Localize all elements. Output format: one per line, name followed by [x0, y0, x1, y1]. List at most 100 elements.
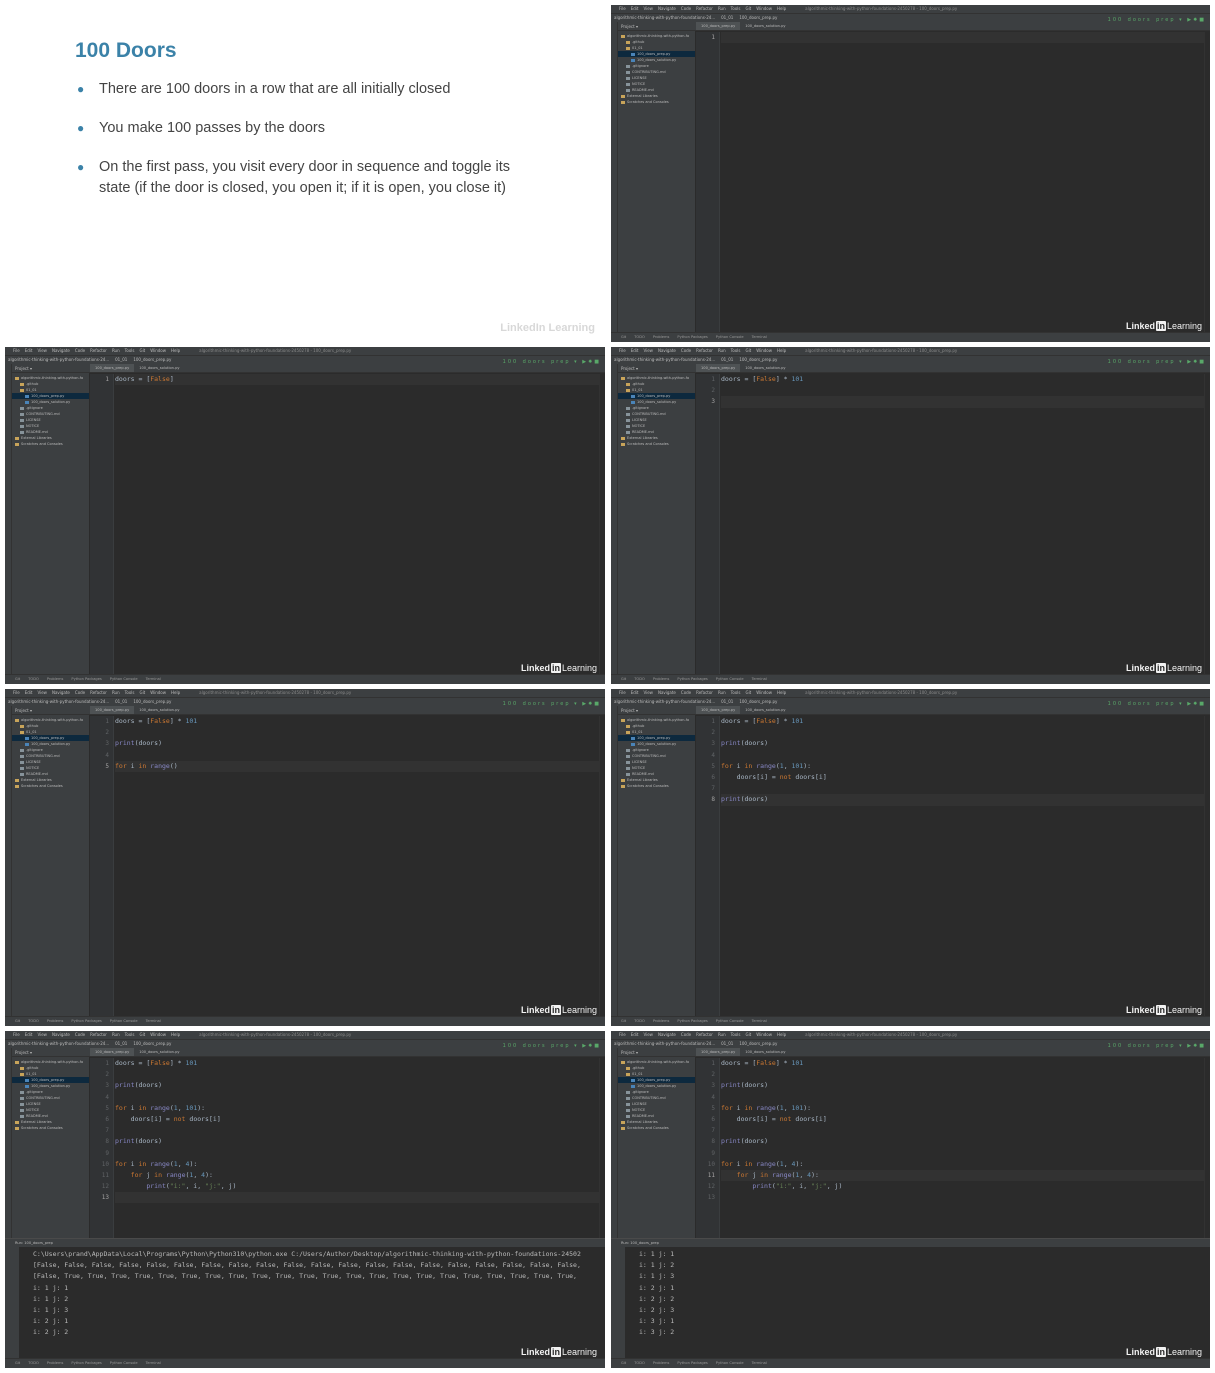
code-line[interactable] [721, 1148, 1204, 1159]
code-line[interactable]: print(doors) [721, 738, 1204, 749]
breadcrumb-item[interactable]: 01_01 [115, 699, 127, 704]
status-item[interactable]: Python Packages [71, 1361, 101, 1365]
run-tab[interactable]: Run: 100_doors_prep [15, 1241, 53, 1245]
project-tree-item[interactable]: Scratches and Consoles [618, 783, 695, 789]
menu-item-view[interactable]: View [643, 690, 653, 695]
code-line[interactable]: for i in range(1, 101): [115, 1103, 599, 1114]
menu-item-file[interactable]: File [619, 690, 626, 695]
editor-scrollbar[interactable] [1204, 716, 1210, 1016]
menu-item-run[interactable]: Run [718, 690, 726, 695]
code-line[interactable]: for i in range() [115, 760, 599, 772]
breadcrumb-item[interactable]: algorithmic-thinking-with-python-foundat… [614, 1041, 715, 1046]
menu-item-window[interactable]: Window [756, 6, 772, 11]
code-line[interactable] [721, 1092, 1204, 1103]
menu-item-navigate[interactable]: Navigate [52, 1032, 70, 1037]
breadcrumb-item[interactable]: 01_01 [721, 357, 733, 362]
menu-item-tools[interactable]: Tools [125, 690, 135, 695]
breadcrumb-item[interactable]: 100_doors_prep.py [739, 1041, 777, 1046]
code-editor[interactable] [721, 32, 1204, 332]
menu-item-tools[interactable]: Tools [731, 1032, 741, 1037]
code-line[interactable] [721, 783, 1204, 794]
editor-scrollbar[interactable] [599, 716, 605, 1016]
menu-item-view[interactable]: View [37, 1032, 47, 1037]
code-line[interactable]: doors = [False] * 101 [115, 1058, 599, 1069]
status-item[interactable]: TODO [28, 1361, 39, 1365]
menu-item-tools[interactable]: Tools [731, 6, 741, 11]
menu-item-edit[interactable]: Edit [631, 6, 639, 11]
breadcrumb-item[interactable]: 01_01 [721, 699, 733, 704]
editor-tab[interactable]: 100_doors_prep.py [90, 364, 135, 372]
menu-item-help[interactable]: Help [777, 1032, 786, 1037]
status-item[interactable]: Problems [653, 1361, 670, 1365]
breadcrumb-item[interactable]: algorithmic-thinking-with-python-foundat… [614, 15, 715, 20]
code-line[interactable]: print(doors) [115, 1136, 599, 1147]
status-item[interactable]: Terminal [752, 335, 767, 339]
status-item[interactable]: TODO [634, 335, 645, 339]
status-item[interactable]: Python Packages [71, 677, 101, 681]
run-tab[interactable]: Run: 100_doors_prep [621, 1241, 659, 1245]
menu-item-view[interactable]: View [643, 348, 653, 353]
code-editor[interactable]: doors = [False] * 101 print(doors) for i i… [721, 716, 1204, 1016]
status-item[interactable]: Python Console [716, 1361, 744, 1365]
menu-item-refactor[interactable]: Refactor [696, 690, 713, 695]
menu-item-code[interactable]: Code [681, 1032, 691, 1037]
menu-item-run[interactable]: Run [112, 690, 120, 695]
status-item[interactable]: Terminal [752, 677, 767, 681]
menu-item-run[interactable]: Run [718, 6, 726, 11]
status-item[interactable]: Git [621, 335, 626, 339]
project-tree-item[interactable]: Scratches and Consoles [12, 441, 89, 447]
status-item[interactable]: TODO [634, 1361, 645, 1365]
breadcrumb-item[interactable]: 100_doors_prep.py [739, 15, 777, 20]
menu-item-code[interactable]: Code [681, 690, 691, 695]
editor-tab[interactable]: 100_doors_prep.py [90, 1048, 135, 1056]
menu-item-refactor[interactable]: Refactor [90, 1032, 107, 1037]
project-tree-item[interactable]: Scratches and Consoles [12, 783, 89, 789]
menu-item-git[interactable]: Git [139, 690, 145, 695]
menu-item-refactor[interactable]: Refactor [90, 690, 107, 695]
status-item[interactable]: Git [15, 677, 20, 681]
code-line[interactable] [115, 750, 599, 761]
project-header[interactable]: Project ▾ [618, 364, 696, 373]
menu-item-git[interactable]: Git [745, 6, 751, 11]
menu-item-tools[interactable]: Tools [731, 690, 741, 695]
menu-item-tools[interactable]: Tools [125, 348, 135, 353]
code-editor[interactable]: doors = [False] * 101 print(doors) for i i… [721, 1058, 1204, 1238]
project-header[interactable]: Project ▾ [12, 364, 90, 373]
project-tree-item[interactable]: Scratches and Consoles [618, 1125, 695, 1131]
menu-item-file[interactable]: File [619, 6, 626, 11]
status-item[interactable]: Python Console [110, 1019, 138, 1023]
menu-item-refactor[interactable]: Refactor [696, 1032, 713, 1037]
project-header[interactable]: Project ▾ [618, 1048, 696, 1057]
menu-item-run[interactable]: Run [718, 1032, 726, 1037]
status-item[interactable]: TODO [634, 1019, 645, 1023]
status-item[interactable]: TODO [28, 1019, 39, 1023]
code-editor[interactable]: doors = [False] * 101 print(doors) for i i… [115, 716, 599, 1016]
code-editor[interactable]: doors = [False] * 101 print(doors) for i i… [115, 1058, 599, 1238]
project-tree-item[interactable]: Scratches and Consoles [618, 99, 695, 105]
code-line[interactable]: doors = [False] * 101 [115, 716, 599, 727]
code-line[interactable]: print("i:", i, "j:", j) [115, 1181, 599, 1192]
status-item[interactable]: Python Packages [71, 1019, 101, 1023]
code-line[interactable] [721, 1069, 1204, 1080]
status-item[interactable]: Problems [653, 1019, 670, 1023]
editor-tab[interactable]: 100_doors_prep.py [90, 706, 135, 714]
menu-item-window[interactable]: Window [150, 1032, 166, 1037]
menu-item-edit[interactable]: Edit [631, 690, 639, 695]
editor-tab[interactable]: 100_doors_solution.py [740, 22, 790, 30]
menu-item-navigate[interactable]: Navigate [52, 348, 70, 353]
status-item[interactable]: Python Console [716, 1019, 744, 1023]
code-line[interactable]: doors = [False] * 101 [721, 1058, 1204, 1069]
code-line[interactable]: for j in range(1, 4): [721, 1169, 1204, 1182]
breadcrumb-item[interactable]: 100_doors_prep.py [133, 1041, 171, 1046]
menu-item-run[interactable]: Run [718, 348, 726, 353]
code-line[interactable]: print(doors) [115, 1080, 599, 1091]
editor-scrollbar[interactable] [1204, 374, 1210, 674]
project-tree-item[interactable]: Scratches and Consoles [618, 441, 695, 447]
editor-tab[interactable]: 100_doors_prep.py [696, 1048, 741, 1056]
menu-item-edit[interactable]: Edit [25, 690, 33, 695]
status-item[interactable]: Python Console [716, 335, 744, 339]
status-item[interactable]: TODO [28, 677, 39, 681]
menu-item-navigate[interactable]: Navigate [658, 1032, 676, 1037]
breadcrumb-item[interactable]: algorithmic-thinking-with-python-foundat… [614, 357, 715, 362]
menu-item-refactor[interactable]: Refactor [90, 348, 107, 353]
